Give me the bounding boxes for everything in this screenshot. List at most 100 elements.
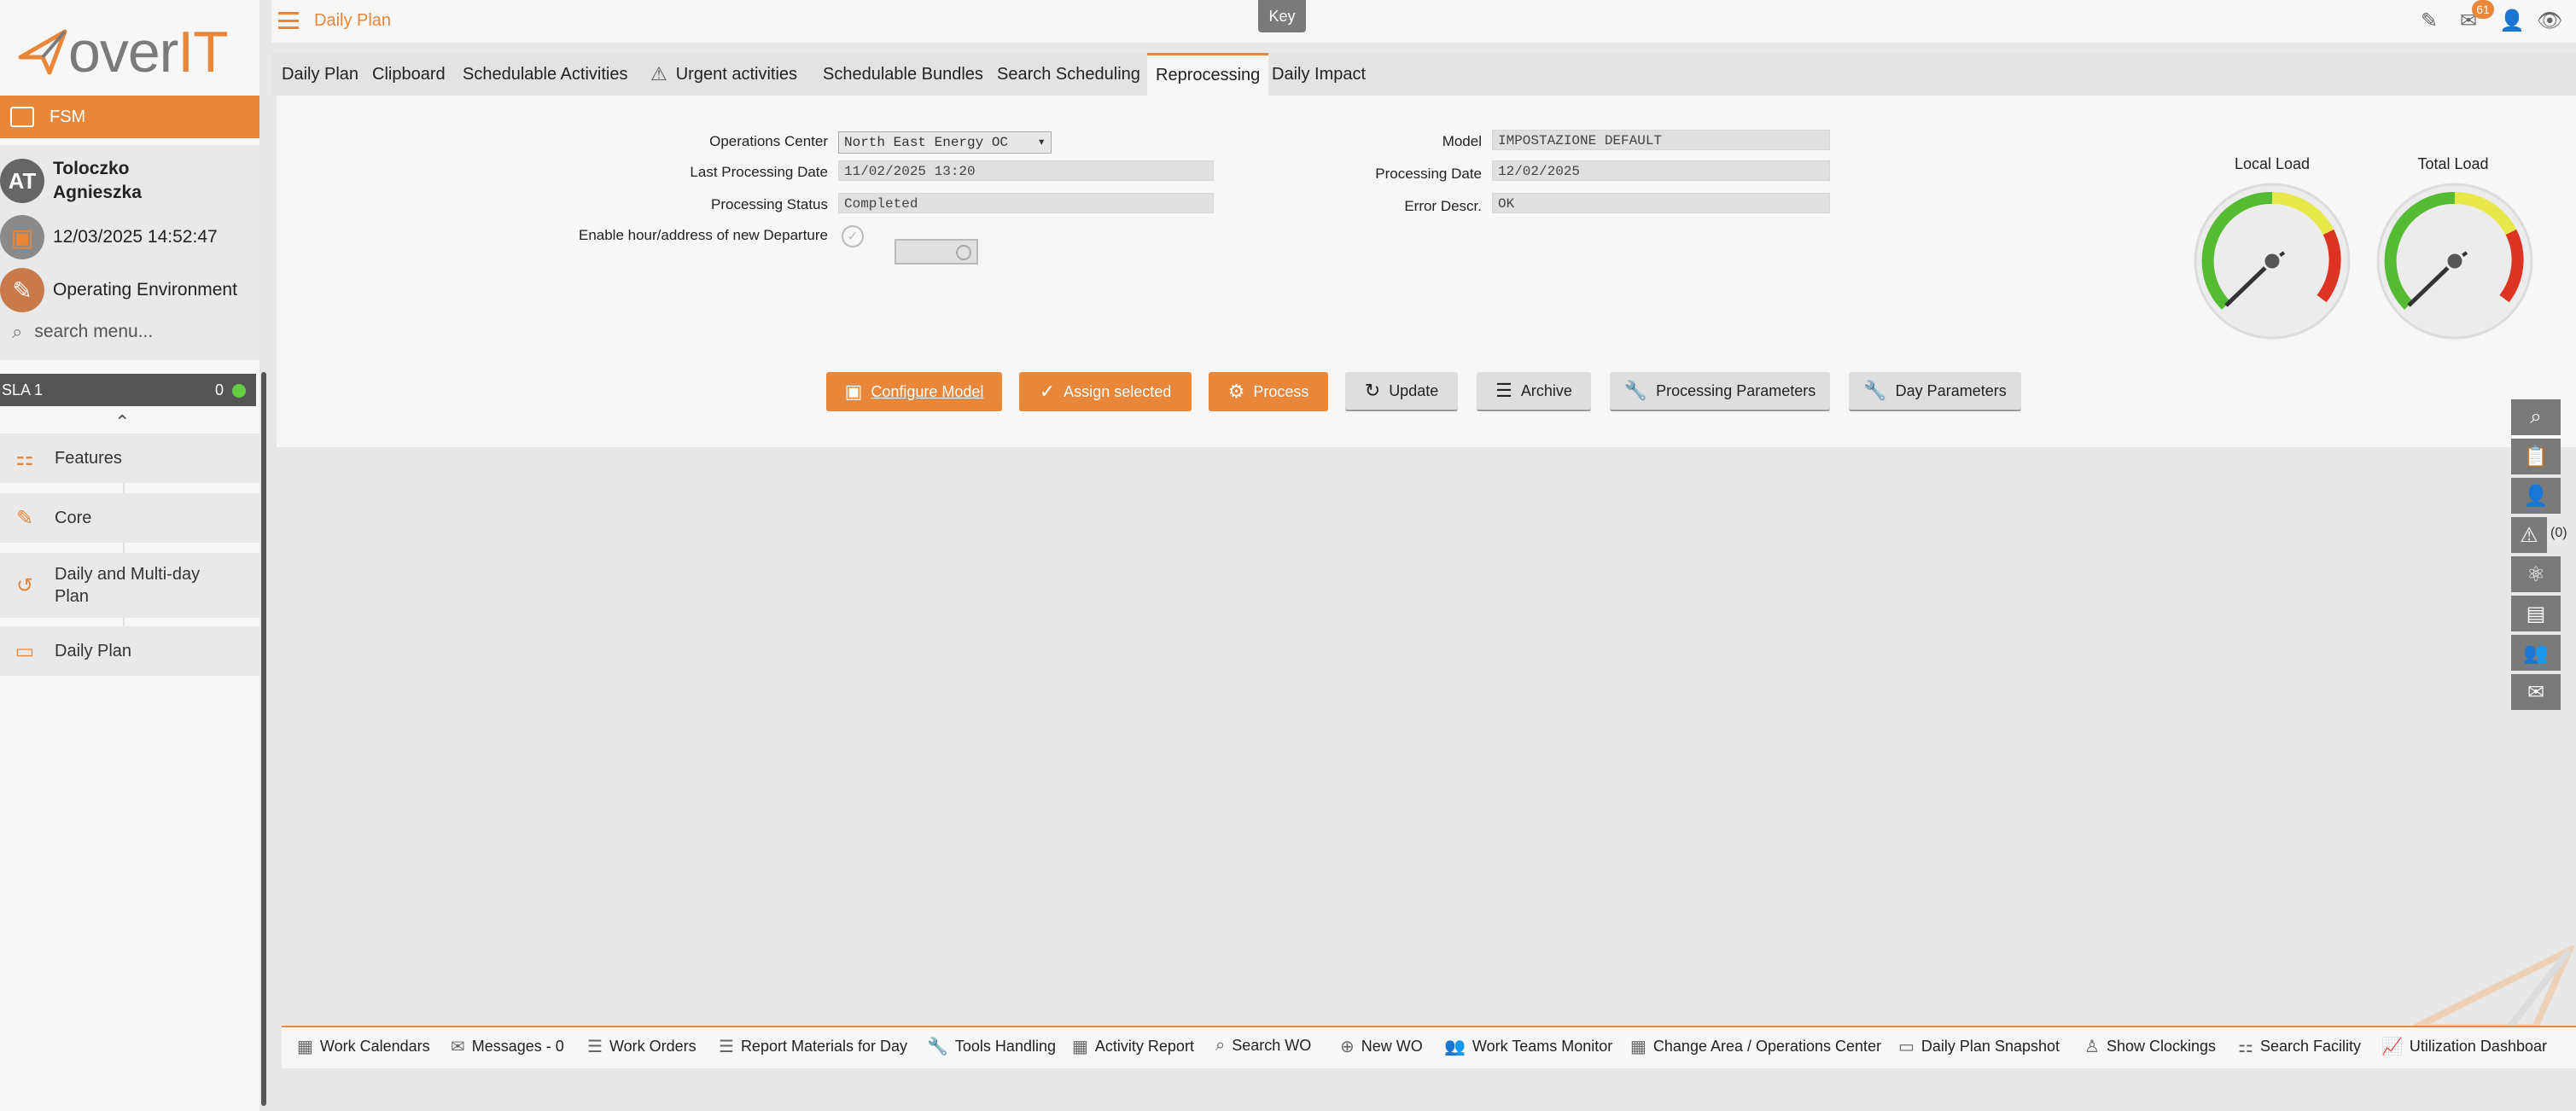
sla-label: SLA 1 [2, 381, 44, 398]
table-icon: ▦ [1072, 1038, 1088, 1056]
work-teams-monitor-link[interactable]: 👥 Work Teams Monitor [1444, 1036, 1612, 1057]
wrench-icon: 🔧 [1863, 380, 1887, 401]
tab-schedulable-activities[interactable]: Schedulable Activities [463, 53, 627, 96]
check-icon: ✓ [1039, 381, 1056, 402]
process-button[interactable]: ⚙ Process [1209, 372, 1328, 411]
user-icon[interactable]: 👤 [2499, 9, 2525, 33]
wrench-icon: 🔧 [927, 1038, 948, 1056]
day-parameters-button[interactable]: 🔧 Day Parameters [1849, 372, 2021, 411]
refresh-icon: ↻ [1364, 380, 1381, 401]
collapse-chevron-icon[interactable]: ⌃ [114, 411, 130, 433]
processing-status-label: Processing Status [710, 196, 828, 212]
notes-icon[interactable]: ▤ [2511, 596, 2561, 631]
show-clockings-link[interactable]: ♙ Show Clockings [2084, 1036, 2216, 1057]
user-panel: AT Toloczko Agnieszka ▣ 12/03/2025 14:52… [0, 145, 259, 360]
pencil-icon[interactable]: ✎ [2421, 9, 2438, 33]
envelope-icon[interactable]: ✉ [2511, 674, 2561, 710]
calendar-clock-icon: ▣ [0, 215, 44, 259]
processing-status-field: Completed [838, 193, 1214, 213]
sla-status-dot [232, 383, 246, 398]
team-icon[interactable]: 👥 [2511, 635, 2561, 671]
operations-center-select[interactable]: North East Energy OC ▾ [838, 131, 1052, 154]
update-button[interactable]: ↻ Update [1345, 372, 1458, 411]
model-label: Model [1442, 133, 1482, 149]
change-area-link[interactable]: ▦ Change Area / Operations Center [1630, 1036, 1881, 1057]
sidebar-scrollbar[interactable] [261, 372, 266, 1106]
book-icon: ▭ [15, 639, 35, 663]
warning-icon: ⚠ [650, 63, 667, 84]
utilization-dashboard-link[interactable]: 📈 Utilization Dashboard [2381, 1036, 2547, 1057]
list-icon: ☰ [719, 1038, 734, 1056]
search-wo-link[interactable]: ⌕ Search WO [1215, 1036, 1311, 1056]
clipboard-icon[interactable]: 📋 [2511, 439, 2561, 474]
wrench-icon: 🔧 [1623, 380, 1648, 401]
stamp-icon: ♙ [2084, 1038, 2100, 1056]
key-button[interactable]: Key [1258, 0, 1306, 32]
header [271, 0, 2576, 43]
book-icon: ▭ [1898, 1038, 1915, 1056]
last-processing-date-label: Last Processing Date [690, 164, 828, 180]
alert-icon[interactable]: ⚠ [2511, 517, 2547, 553]
module-label: FSM [50, 107, 86, 126]
mail-icon: ✉ [451, 1038, 465, 1056]
avatar[interactable]: AT [0, 159, 44, 203]
messages-link[interactable]: ✉ Messages - 0 [451, 1036, 564, 1057]
processing-parameters-button[interactable]: 🔧 Processing Parameters [1610, 372, 1830, 411]
user-name: Toloczko Agnieszka [53, 159, 142, 202]
sidebar-item-daily-multiday-plan[interactable]: ↺ Daily and Multi-day Plan [0, 553, 259, 618]
activity-report-link[interactable]: ▦ Activity Report [1072, 1036, 1194, 1057]
tab-reprocessing[interactable]: Reprocessing [1147, 53, 1269, 96]
plus-circle-icon: ⊕ [1340, 1038, 1355, 1056]
environment-label[interactable]: Operating Environment [53, 280, 237, 300]
right-search-icon[interactable]: ⌕ [2511, 399, 2561, 435]
search-icon: ⌕ [12, 321, 23, 342]
departure-time-input[interactable] [895, 239, 978, 265]
daily-plan-snapshot-link[interactable]: ▭ Daily Plan Snapshot [1898, 1036, 2060, 1057]
gear-icon: ⚙ [1227, 381, 1245, 402]
sidebar-item-features[interactable]: ⚏ Features [0, 433, 259, 483]
archive-button[interactable]: ☰ Archive [1477, 372, 1591, 411]
assign-selected-button[interactable]: ✓ Assign selected [1019, 372, 1192, 411]
report-materials-link[interactable]: ☰ Report Materials for Day [719, 1036, 907, 1057]
features-icon: ⚏ [2238, 1038, 2253, 1056]
alerts-count: (0) [2550, 526, 2567, 540]
session-datetime: 12/03/2025 14:52:47 [53, 227, 218, 247]
tab-daily-plan[interactable]: Daily Plan [282, 53, 358, 96]
environment-icon: ✎ [0, 268, 44, 312]
overit-logo: overIT [17, 20, 229, 84]
search-facility-link[interactable]: ⚏ Search Facility [2238, 1036, 2361, 1057]
tab-schedulable-bundles[interactable]: Schedulable Bundles [823, 53, 983, 96]
module-fsm[interactable]: FSM [0, 96, 259, 138]
logo-arrow-icon [18, 29, 67, 75]
list-icon: ☰ [587, 1038, 603, 1056]
new-wo-link[interactable]: ⊕ New WO [1340, 1036, 1423, 1057]
user-settings-icon[interactable]: 👤 [2511, 478, 2561, 514]
total-load-gauge [2376, 183, 2533, 340]
search-menu-input[interactable]: search menu... [34, 322, 153, 342]
sla-bar[interactable]: SLA 1 0 [0, 374, 256, 406]
tab-urgent-activities[interactable]: ⚠ Urgent activities [650, 53, 797, 96]
eye-icon[interactable]: 👁 [2537, 9, 2562, 33]
tools-handling-link[interactable]: 🔧 Tools Handling [927, 1036, 1056, 1057]
work-calendars-link[interactable]: ▦ Work Calendars [297, 1036, 430, 1057]
total-load-label: Total Load [2417, 155, 2489, 172]
processing-date-label: Processing Date [1375, 166, 1482, 182]
hamburger-menu-icon[interactable] [278, 12, 299, 29]
atom-icon[interactable]: ⚛ [2511, 556, 2561, 592]
overit-watermark-icon [2414, 945, 2576, 1031]
tab-search-scheduling[interactable]: Search Scheduling [997, 53, 1140, 96]
tab-daily-impact[interactable]: Daily Impact [1272, 53, 1366, 96]
archive-icon: ☰ [1495, 380, 1512, 401]
core-icon: ✎ [15, 506, 34, 530]
enable-departure-checkbox[interactable]: ✓ [842, 225, 864, 247]
sidebar-item-core[interactable]: ✎ Core [0, 493, 259, 543]
processing-date-field: 12/02/2025 [1492, 160, 1830, 181]
logo-main-text: over [68, 20, 178, 84]
tab-clipboard[interactable]: Clipboard [372, 53, 446, 96]
save-icon: ▣ [844, 381, 863, 402]
sidebar-item-daily-plan[interactable]: ▭ Daily Plan [0, 626, 259, 676]
chart-icon: 📈 [2381, 1038, 2403, 1056]
history-icon: ↺ [15, 573, 34, 597]
configure-model-button[interactable]: ▣ Configure Model [826, 372, 1002, 411]
work-orders-link[interactable]: ☰ Work Orders [587, 1036, 696, 1057]
